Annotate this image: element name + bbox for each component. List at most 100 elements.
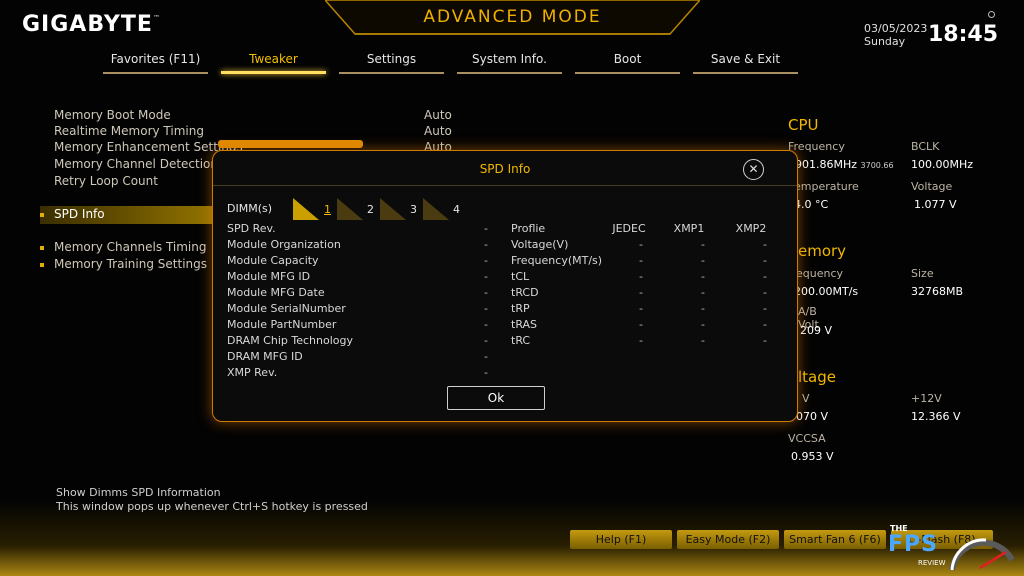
tab-boot[interactable]: Boot [575,50,680,74]
menu-value[interactable]: Auto [424,108,452,122]
help-f1-button[interactable]: Help (F1) [570,530,672,549]
menu-item-channels-timing[interactable]: Memory Channels Timing [54,240,207,254]
v5-label: V [802,392,810,405]
tab-label: Favorites (F11) [110,52,201,66]
tab-system-info[interactable]: System Info. [457,50,562,74]
menu-item-channel-detection[interactable]: Memory Channel Detection M [54,157,232,171]
bclk-value: 100.00MHz [911,158,974,171]
tab-save-exit[interactable]: Save & Exit [693,50,798,74]
memory-frequency-value: 200.00MT/s [794,285,859,298]
memory-size-value: 32768MB [911,285,964,298]
cpu-voltage-label: Voltage [911,180,953,193]
profile-value: - [639,254,643,267]
dimm-tab-1[interactable]: 1 [324,203,331,216]
menu-item-realtime-memory-timing[interactable]: Realtime Memory Timing [54,124,204,138]
profile-value: - [639,270,643,283]
dialog-header: SPD Info ✕ [213,151,797,186]
profile-row-label: tRC [511,334,531,347]
profile-value: - [639,302,643,315]
tab-label: System Info. [472,52,547,66]
ok-button[interactable]: Ok [447,386,545,410]
profile-value: - [763,254,767,267]
tab-underline [221,71,326,74]
bullet-icon [40,246,44,250]
top-bar: GIGABYTE ™ ADVANCED MODE 03/05/2023 Sund… [0,0,1024,48]
profile-value: - [763,318,767,331]
tab-tweaker[interactable]: Tweaker [221,50,326,74]
dimm-slot-3-icon[interactable] [380,198,406,220]
tab-underline [693,72,798,74]
frequency-sub: 3700.66 [860,161,894,170]
profile-value: - [639,334,643,347]
close-icon[interactable]: ✕ [743,159,764,180]
tab-underline [575,72,680,74]
profile-value: - [701,238,705,251]
profile-value: - [763,238,767,251]
menu-item-memory-boot-mode[interactable]: Memory Boot Mode [54,108,171,122]
spd-info-dialog: SPD Info ✕ DIMM(s) 1 2 3 4 SPD Rev. - Mo… [212,150,798,422]
v12-label: +12V [911,392,942,405]
dimm-slot-1-icon[interactable] [293,198,319,220]
profile-row-label: tRP [511,302,530,315]
settings-dot-icon[interactable] [988,11,995,18]
gigabyte-logo: GIGABYTE [22,12,153,37]
spd-row-value: - [484,366,488,379]
tab-label: Boot [613,52,642,66]
spd-row-value: - [484,222,488,235]
profile-value: - [763,270,767,283]
profile-col-xmp2: XMP2 [735,222,767,235]
profile-value: - [639,318,643,331]
cpu-frequency-value: 4901.86MHz 3700.66 [788,158,894,171]
ab-volt-value: 209 V [800,324,833,337]
dimm-tab-4[interactable]: 4 [453,203,460,216]
menu-value[interactable]: Auto [424,124,452,138]
spd-row-label: Module PartNumber [227,318,337,331]
bclk-label: BCLK [911,140,940,153]
clock-date: 03/05/2023 Sunday [864,22,927,48]
profile-value: - [701,286,705,299]
dimm-slot-4-icon[interactable] [423,198,449,220]
dimm-tab-2[interactable]: 2 [367,203,374,216]
memory-title: emory [798,242,847,260]
help-line-1: Show Dimms SPD Information [56,486,221,499]
spd-row-value: - [484,318,488,331]
trademark-mark: ™ [153,14,160,22]
menu-selection-bar [218,140,363,148]
easy-mode-f2-button[interactable]: Easy Mode (F2) [677,530,779,549]
frequency-main: 4901.86MHz [788,158,858,171]
menu-item-training-settings[interactable]: Memory Training Settings [54,257,207,271]
spd-row-value: - [484,238,488,251]
profile-value: - [701,270,705,283]
spd-row-value: - [484,350,488,363]
profile-value: - [763,286,767,299]
dimm-tab-3[interactable]: 3 [410,203,417,216]
spd-row-label: Module SerialNumber [227,302,346,315]
spd-row-label: Module Capacity [227,254,319,267]
dialog-title: SPD Info [479,162,531,176]
speedometer-icon [949,538,1014,571]
temperature-label: emperature [794,180,859,193]
smart-fan-f6-button[interactable]: Smart Fan 6 (F6) [784,530,886,549]
spd-row-label: Module Organization [227,238,341,251]
spd-row-label: DRAM Chip Technology [227,334,353,347]
tab-label: Settings [366,52,417,66]
spd-row-value: - [484,302,488,315]
tab-settings[interactable]: Settings [339,50,444,74]
profile-row-label: tRAS [511,318,538,331]
spd-row-value: - [484,254,488,267]
profile-value: - [639,286,643,299]
date-text: 03/05/2023 [864,22,928,35]
profile-row-label: tCL [511,270,530,283]
menu-item-retry-loop-count[interactable]: Retry Loop Count [54,174,158,188]
profile-value: - [701,318,705,331]
cpu-voltage-value: 1.077 V [914,198,957,211]
tab-favorites[interactable]: Favorites (F11) [103,50,208,74]
spd-row-label: Module MFG ID [227,270,311,283]
menu-item-spd-info[interactable]: SPD Info [54,207,105,221]
cpu-title: CPU [788,116,819,134]
weekday-text: Sunday [864,35,906,48]
dimm-slot-2-icon[interactable] [337,198,363,220]
spd-row-value: - [484,334,488,347]
watermark-review: REVIEW [918,559,946,567]
spd-row-value: - [484,286,488,299]
